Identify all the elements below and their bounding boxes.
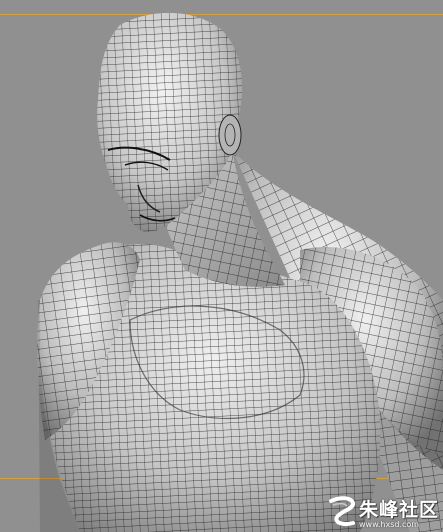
wireframe-body-model <box>37 12 443 532</box>
watermark-title: 朱峰社区 <box>358 499 439 521</box>
3d-viewport[interactable]: 朱峰社区 www.hxsd.com <box>0 0 443 532</box>
watermark-url: www.hxsd.com <box>358 520 420 529</box>
swirl-logo-icon <box>327 495 357 529</box>
ear <box>218 114 242 156</box>
site-watermark: 朱峰社区 www.hxsd.com <box>327 495 439 529</box>
